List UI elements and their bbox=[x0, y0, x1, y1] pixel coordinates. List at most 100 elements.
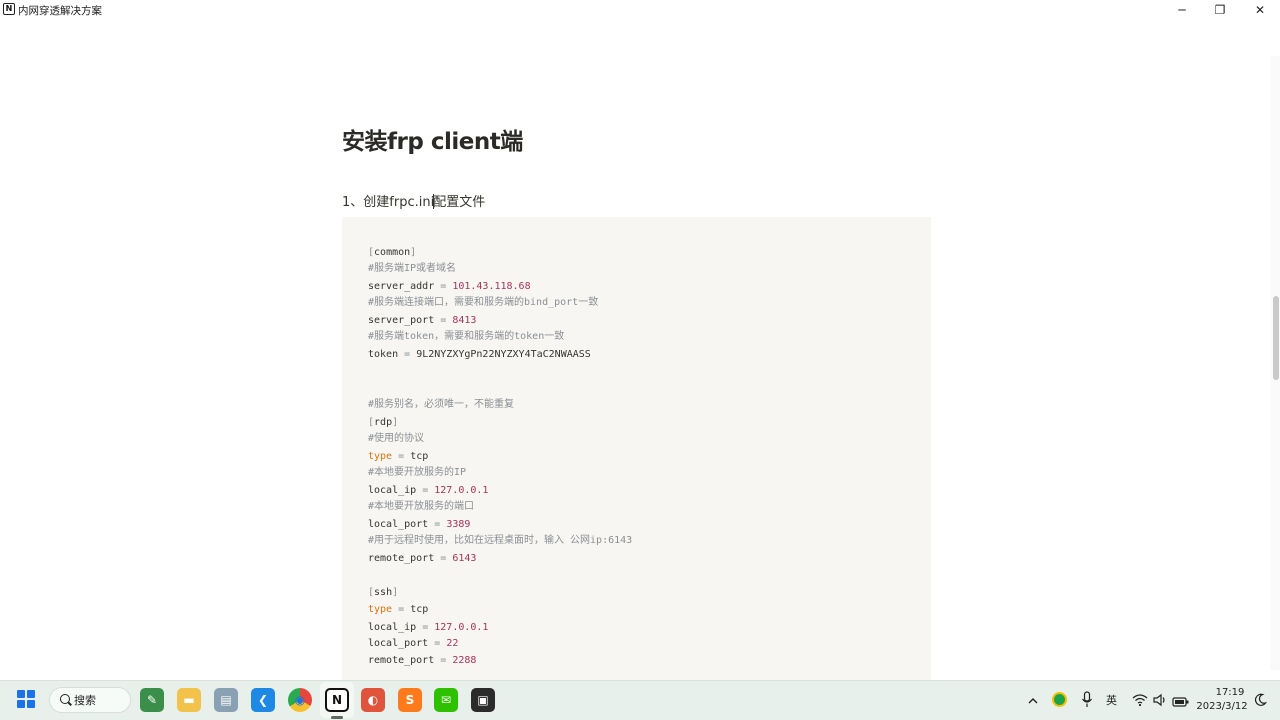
code-kv-line: remote_port = 6143 bbox=[368, 552, 476, 566]
window-title: 内网穿透解决方案 bbox=[18, 5, 102, 17]
code-value: 8413 bbox=[452, 315, 477, 326]
code-comment-text: #服务端连接端口，需要和服务端的bind_port一致 bbox=[368, 297, 599, 308]
windows-logo-tile bbox=[27, 690, 35, 698]
code-key: token bbox=[368, 349, 399, 360]
code-value: 127.0.0.1 bbox=[434, 622, 489, 633]
code-value: tcp bbox=[410, 604, 429, 615]
code-equals: = bbox=[404, 349, 411, 360]
windows-logo-tile bbox=[27, 700, 35, 708]
windows-logo-tile bbox=[17, 700, 25, 708]
code-bracket: ] bbox=[410, 247, 417, 258]
notification-moon-icon[interactable] bbox=[1253, 692, 1268, 706]
code-comment-line: #服务端连接端口，需要和服务端的bind_port一致 bbox=[368, 296, 598, 310]
code-kv-line: type = tcp bbox=[368, 450, 428, 464]
code-kv-line: local_ip = 127.0.0.1 bbox=[368, 484, 488, 498]
clock-date[interactable]: 2023/3/12 bbox=[1196, 701, 1248, 712]
title-bar: N 内网穿透解决方案 ─ ❐ ✕ bbox=[0, 0, 1280, 20]
code-key: local_ip bbox=[368, 622, 417, 633]
code-equals: = bbox=[398, 451, 405, 462]
code-comment-text: #服务别名，必须唯一，不能重复 bbox=[368, 399, 515, 410]
code-equals: = bbox=[422, 485, 429, 496]
battery-icon[interactable] bbox=[1172, 693, 1190, 707]
code-comment-line: #服务端token，需要和服务端的token一致 bbox=[368, 330, 564, 344]
code-kv-line: server_addr = 101.43.118.68 bbox=[368, 280, 531, 294]
code-block[interactable]: [common] #服务端IP或者域名 server_addr = 101.43.1… bbox=[342, 217, 931, 680]
code-comment-text: #用于远程时使用，比如在远程桌面时，输入 公网ip:6143 bbox=[368, 535, 633, 546]
wifi-icon[interactable] bbox=[1132, 692, 1148, 707]
notepad-icon[interactable]: ▤ bbox=[214, 688, 238, 712]
code-comment-text: #服务端IP或者域名 bbox=[368, 263, 457, 274]
numbered-step[interactable]: 1、创建frpc.ini配置文件 bbox=[342, 191, 485, 210]
code-kv-line: remote_port = 2288 bbox=[368, 654, 476, 668]
vscode-icon[interactable]: ❮ bbox=[251, 688, 275, 712]
code-kv-line: local_ip = 127.0.0.1 bbox=[368, 621, 488, 635]
code-kv-line: local_port = 3389 bbox=[368, 518, 470, 532]
close-button[interactable]: ✕ bbox=[1240, 0, 1280, 20]
code-equals: = bbox=[440, 553, 447, 564]
code-value: 6143 bbox=[452, 553, 477, 564]
code-key: server_addr bbox=[368, 281, 435, 292]
code-comment-line: #服务别名，必须唯一，不能重复 bbox=[368, 398, 514, 412]
browser-icon[interactable]: ◐ bbox=[361, 688, 385, 712]
search-label: 搜索 bbox=[74, 694, 96, 707]
code-value: 127.0.0.1 bbox=[434, 485, 489, 496]
code-kv-line: local_port = 22 bbox=[368, 637, 458, 651]
code-section-name: rdp bbox=[374, 417, 393, 428]
active-app-indicator bbox=[331, 716, 343, 719]
code-bracket: ] bbox=[392, 417, 399, 428]
code-comment-text: #服务端token，需要和服务端的token一致 bbox=[368, 331, 565, 342]
wechat-icon[interactable]: ✉ bbox=[434, 688, 458, 712]
code-comment-line: #本地要开放服务的IP bbox=[368, 466, 466, 480]
notion-icon[interactable]: N bbox=[325, 688, 349, 712]
start-button[interactable] bbox=[17, 690, 37, 710]
code-value: 101.43.118.68 bbox=[452, 281, 531, 292]
code-equals: = bbox=[422, 622, 429, 633]
chrome-icon[interactable]: ◉ bbox=[288, 688, 312, 712]
code-equals: = bbox=[434, 638, 441, 649]
file-explorer-icon[interactable]: ▬ bbox=[177, 688, 201, 712]
search-icon bbox=[60, 694, 70, 704]
page-heading: 安装frp client端 bbox=[342, 129, 523, 155]
code-comment-line: #用于远程时使用，比如在远程桌面时，输入 公网ip:6143 bbox=[368, 534, 632, 548]
tray-app-icon[interactable] bbox=[1052, 692, 1067, 707]
code-equals: = bbox=[398, 604, 405, 615]
code-section-line: [rdp] bbox=[368, 416, 398, 430]
code-section-name: common bbox=[374, 247, 411, 258]
ime-indicator[interactable]: 英 bbox=[1106, 692, 1117, 708]
code-key: local_port bbox=[368, 519, 429, 530]
code-bracket: ] bbox=[392, 587, 399, 598]
code-section-name: ssh bbox=[374, 587, 393, 598]
taskbar-search-box[interactable]: 搜索 bbox=[49, 687, 131, 713]
clock-time[interactable]: 17:19 bbox=[1213, 687, 1247, 698]
code-kv-line: server_port = 8413 bbox=[368, 314, 476, 328]
code-kv-line: type = tcp bbox=[368, 603, 428, 617]
code-value: tcp bbox=[410, 451, 429, 462]
code-key: type bbox=[368, 604, 393, 615]
sublime-icon[interactable]: S bbox=[398, 688, 422, 712]
windows-logo-icon bbox=[17, 690, 25, 698]
code-key: remote_port bbox=[368, 553, 435, 564]
scrollbar-thumb[interactable] bbox=[1273, 296, 1279, 380]
minimize-button[interactable]: ─ bbox=[1162, 0, 1202, 20]
code-key: local_ip bbox=[368, 485, 417, 496]
code-comment-text: #本地要开放服务的端口 bbox=[368, 501, 475, 512]
code-value: 22 bbox=[446, 638, 459, 649]
code-kv-line: token = 9L2NYZXYgPn22NYZXY4TaC2NWAASS bbox=[368, 348, 591, 362]
code-value: 2288 bbox=[452, 655, 477, 666]
step-text-end: 配置文件 bbox=[433, 195, 486, 210]
excel-like-icon[interactable]: ✎ bbox=[140, 688, 164, 712]
code-key: server_port bbox=[368, 315, 435, 326]
code-equals: = bbox=[434, 519, 441, 530]
microphone-icon[interactable] bbox=[1080, 691, 1094, 709]
volume-icon[interactable] bbox=[1152, 692, 1168, 707]
maximize-button[interactable]: ❐ bbox=[1200, 0, 1240, 20]
terminal-icon[interactable]: ▣ bbox=[471, 688, 495, 712]
tray-overflow-chevron-icon[interactable] bbox=[1027, 692, 1039, 704]
notion-app-icon: N bbox=[3, 3, 15, 15]
code-equals: = bbox=[440, 655, 447, 666]
code-section-line: [common] bbox=[368, 246, 416, 260]
code-equals: = bbox=[440, 281, 447, 292]
code-comment-line: #服务端IP或者域名 bbox=[368, 262, 456, 276]
code-comment-line: #使用的协议 bbox=[368, 432, 424, 446]
code-comment-text: #使用的协议 bbox=[368, 433, 425, 444]
